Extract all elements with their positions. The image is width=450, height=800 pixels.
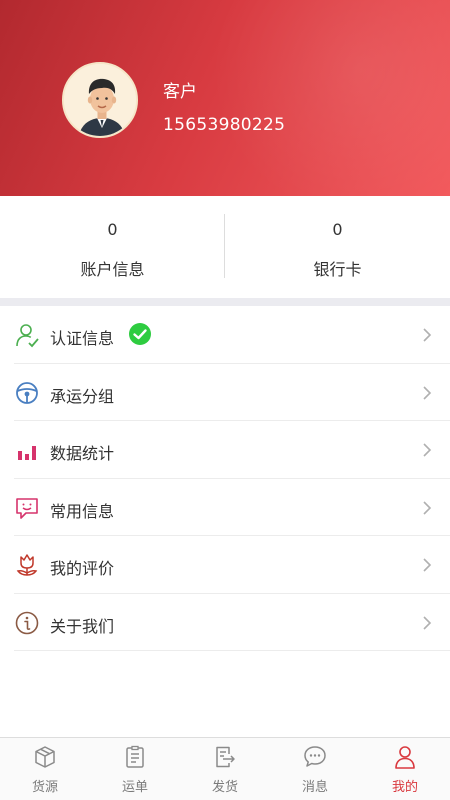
avatar[interactable] (62, 62, 138, 138)
menu-item-statistics[interactable]: 数据统计 (0, 421, 450, 479)
chevron-right-icon (422, 500, 432, 516)
tab-label: 货源 (31, 780, 58, 795)
menu-item-label: 常用信息 (50, 501, 115, 521)
smile-message-icon (14, 495, 40, 521)
chevron-right-icon (422, 442, 432, 458)
verified-check-icon (129, 323, 151, 345)
menu-item-certification[interactable]: 认证信息 (0, 306, 450, 364)
menu-item-common-info[interactable]: 常用信息 (0, 478, 450, 536)
avatar-icon (64, 64, 136, 136)
tab-label: 消息 (301, 780, 328, 795)
menu-item-carrier-group[interactable]: 承运分组 (0, 363, 450, 421)
stat-label: 账户信息 (80, 260, 145, 279)
chevron-right-icon (422, 385, 432, 401)
steering-wheel-icon (14, 380, 40, 406)
person-icon (392, 744, 418, 770)
menu-item-label: 承运分组 (50, 386, 115, 406)
profile-header: 客户 15653980225 (0, 0, 450, 196)
tab-label: 运单 (121, 780, 148, 795)
tab-supply[interactable]: 货源 (0, 738, 90, 800)
menu-item-about-us[interactable]: 关于我们 (0, 593, 450, 651)
chevron-right-icon (422, 557, 432, 573)
stat-label: 银行卡 (313, 260, 362, 279)
chevron-right-icon (422, 615, 432, 631)
send-document-icon (212, 744, 238, 770)
chevron-right-icon (422, 327, 432, 343)
stat-value: 0 (332, 220, 343, 239)
menu-item-my-reviews[interactable]: 我的评价 (0, 536, 450, 594)
tab-label: 发货 (211, 780, 238, 795)
info-icon (14, 610, 40, 636)
tab-messages[interactable]: 消息 (270, 738, 360, 800)
chat-icon (302, 744, 328, 770)
menu-list: 认证信息 承运分组 数据统计 常用信息 我的评价 关于我们 (0, 306, 450, 651)
divider (14, 650, 450, 651)
account-stats: 0 账户信息 0 银行卡 (0, 196, 450, 298)
bottom-tab-bar: 货源 运单 发货 消息 我的 (0, 737, 450, 800)
section-gap (0, 298, 450, 306)
user-name: 客户 (163, 82, 197, 102)
clipboard-icon (122, 744, 148, 770)
bar-chart-icon (14, 437, 40, 463)
tab-label: 我的 (391, 780, 418, 795)
stat-bank-card[interactable]: 0 银行卡 (225, 196, 450, 298)
flower-icon (14, 552, 40, 578)
user-check-icon (14, 322, 40, 348)
menu-item-label: 认证信息 (50, 329, 115, 348)
box-icon (32, 744, 58, 770)
menu-item-label: 数据统计 (50, 444, 115, 463)
tab-waybill[interactable]: 运单 (90, 738, 180, 800)
stat-account-info[interactable]: 0 账户信息 (0, 196, 225, 298)
menu-item-label: 我的评价 (50, 559, 115, 578)
stat-value: 0 (107, 220, 118, 239)
tab-ship[interactable]: 发货 (180, 738, 270, 800)
menu-item-label: 关于我们 (50, 616, 115, 636)
tab-mine[interactable]: 我的 (360, 738, 450, 800)
user-phone: 15653980225 (163, 115, 286, 135)
